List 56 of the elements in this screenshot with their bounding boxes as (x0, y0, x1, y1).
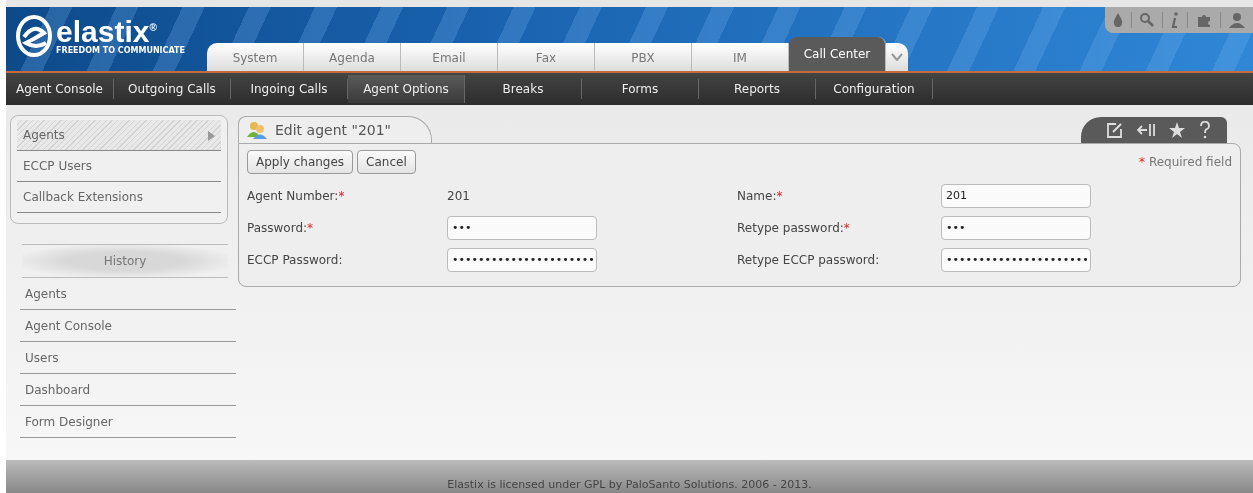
field-value: 201 (447, 189, 470, 203)
more-tabs-button[interactable] (886, 43, 908, 71)
menu-tab[interactable]: Fax (498, 43, 595, 71)
footer-text: Elastix is licensed under GPL by PaloSanto Solutions. 2006 - 2013. (447, 478, 812, 491)
menu-tab[interactable]: Call Center (789, 37, 886, 71)
field-label: Retype password:* (737, 221, 851, 235)
help-icon[interactable] (1199, 121, 1211, 139)
form-button[interactable]: Apply changes (247, 150, 354, 174)
star-icon[interactable] (1169, 122, 1185, 138)
panel-title: Edit agent "201" (275, 122, 392, 138)
field-label: Password:* (247, 221, 315, 235)
menu-tab[interactable]: IM (692, 43, 789, 71)
sidebar-item[interactable]: ECCP Users (17, 151, 221, 182)
menu-tab[interactable]: Agenda (304, 43, 401, 71)
menu-tab[interactable]: System (207, 43, 304, 71)
brand-tagline: FREEDOM TO COMMUNICATE (56, 47, 185, 55)
collapse-icon[interactable] (1137, 122, 1155, 138)
module-menu-item[interactable]: Ingoing Calls (231, 79, 348, 99)
caret-icon (891, 53, 903, 61)
info-icon[interactable] (1171, 12, 1179, 28)
logo-icon (16, 15, 52, 57)
module-menu-item[interactable]: Outgoing Calls (114, 79, 231, 99)
menu-tab[interactable]: PBX (595, 43, 692, 71)
field-label: Retype ECCP password: (737, 253, 881, 267)
history-link[interactable]: Form Designer (20, 406, 236, 438)
user-icon[interactable] (1229, 12, 1245, 28)
required-note: * Required field (1139, 155, 1232, 169)
module-menu-item[interactable]: Forms (582, 79, 699, 99)
input-field[interactable]: 201 (941, 184, 1091, 208)
users-icon (247, 121, 267, 139)
drop-icon[interactable] (1113, 13, 1123, 27)
module-menu-item[interactable]: Agent Options (348, 75, 465, 103)
history-link[interactable]: Agents (20, 278, 236, 310)
input-field[interactable]: •••••••••••••••••••••• (941, 248, 1091, 272)
field-label: Agent Number:* (247, 189, 346, 203)
history-link[interactable]: Agent Console (20, 310, 236, 342)
form-button[interactable]: Cancel (357, 150, 416, 174)
field-label: ECCP Password: (247, 253, 344, 267)
history-link[interactable]: Dashboard (20, 374, 236, 406)
menu-tab[interactable]: Email (401, 43, 498, 71)
input-field[interactable]: •••••••••••••••••••••• (447, 248, 597, 272)
sidebar-item[interactable]: Callback Extensions (17, 182, 221, 213)
edit-icon[interactable] (1107, 122, 1123, 138)
input-field[interactable]: ••• (447, 216, 597, 240)
input-field[interactable]: ••• (941, 216, 1091, 240)
sidebar-item[interactable]: Agents (17, 120, 221, 151)
history-heading: History (22, 244, 228, 278)
puzzle-icon[interactable] (1196, 12, 1212, 28)
module-menu-item[interactable]: Agent Console (6, 79, 114, 99)
brand-name: elastix$^{®}$ (56, 17, 157, 47)
field-label: Name:* (737, 189, 784, 203)
history-link[interactable]: Users (20, 342, 236, 374)
search-icon[interactable] (1140, 13, 1154, 27)
module-menu-item[interactable]: Configuration (816, 79, 933, 99)
module-menu-item[interactable]: Reports (699, 79, 816, 99)
module-menu-item[interactable]: Breaks (465, 79, 582, 99)
